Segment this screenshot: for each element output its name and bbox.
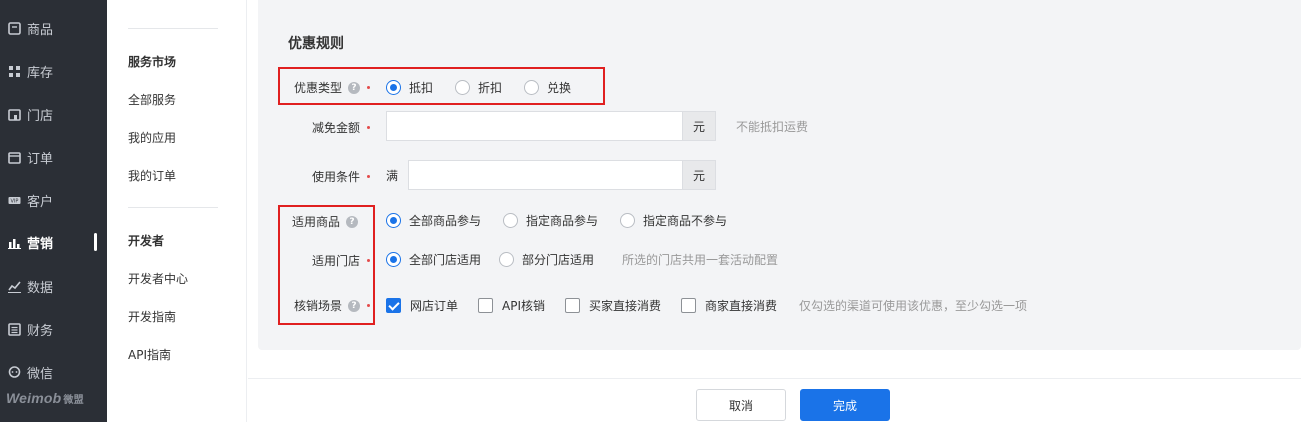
- checkbox-online-order[interactable]: 网店订单: [386, 297, 458, 314]
- checkbox-icon: [565, 297, 581, 313]
- radio-specified-goods[interactable]: 指定商品参与: [503, 212, 598, 229]
- stores-hint: 所选的门店共用一套活动配置: [622, 252, 779, 267]
- highlight-box-labels: [278, 205, 375, 325]
- checkbox-icon: [681, 297, 697, 313]
- usage-condition-input[interactable]: [408, 160, 683, 190]
- nav-active-indicator: [94, 233, 97, 251]
- nav-item-order[interactable]: 订单: [8, 146, 53, 168]
- finance-icon: [8, 322, 21, 336]
- nav-item-label: 订单: [27, 151, 54, 167]
- checkbox-api-redemption[interactable]: API核销: [478, 297, 545, 314]
- customer-icon: VIP: [8, 194, 21, 207]
- nav-item-product[interactable]: 商品: [8, 17, 53, 39]
- checkbox-icon: [478, 297, 494, 313]
- radio-icon: [499, 251, 515, 267]
- sub-link-dev-guide[interactable]: 开发指南: [128, 308, 176, 325]
- checkbox-checked-icon: [386, 297, 401, 313]
- unit-addon: 元: [682, 111, 716, 141]
- nav-item-label: 数据: [27, 280, 54, 296]
- divider: [128, 28, 218, 29]
- nav-item-label: 微信: [27, 366, 54, 382]
- reduction-amount-group: 元 不能抵扣运费: [386, 111, 808, 141]
- panel-title: 优惠规则: [288, 36, 344, 52]
- order-icon: [8, 151, 21, 164]
- nav-item-marketing[interactable]: 营销: [8, 231, 53, 253]
- svg-text:VIP: VIP: [11, 198, 19, 204]
- radio-all-stores[interactable]: 全部门店适用: [386, 251, 481, 268]
- sub-link-my-orders[interactable]: 我的订单: [128, 167, 176, 184]
- radio-partial-stores[interactable]: 部分门店适用: [499, 251, 594, 268]
- radio-all-goods[interactable]: 全部商品参与: [386, 212, 481, 229]
- radio-selected-icon: [386, 251, 401, 267]
- stores-radio-group: 全部门店适用 部分门店适用 所选的门店共用一套活动配置: [386, 244, 778, 274]
- inventory-icon: [8, 65, 21, 78]
- highlight-box-discount-type: [278, 67, 605, 105]
- nav-item-inventory[interactable]: 库存: [8, 60, 53, 82]
- data-icon: [8, 280, 21, 293]
- field-label-usage-condition: 使用条件: [278, 168, 370, 185]
- main-nav: 商品 库存 门店 订单 VIP 客户 营销 数据 财务 微信 Weimob 微盟: [0, 0, 107, 422]
- scenes-hint: 仅勾选的渠道可使用该优惠，至少勾选一项: [799, 298, 1028, 313]
- secondary-nav: 服务市场 全部服务 我的应用 我的订单 开发者 开发者中心 开发指南 API指南: [107, 0, 247, 422]
- nav-item-customer[interactable]: VIP 客户: [8, 189, 53, 211]
- condition-prefix: 满: [386, 168, 399, 183]
- reduction-amount-input[interactable]: [386, 111, 682, 141]
- sub-link-developer-center[interactable]: 开发者中心: [128, 270, 188, 287]
- section-title-developer: 开发者: [128, 234, 165, 248]
- radio-icon: [503, 212, 519, 228]
- marketing-icon: [8, 236, 21, 249]
- field-label-reduction-amount: 减免金额: [278, 119, 370, 136]
- checkbox-buyer-direct[interactable]: 买家直接消费: [565, 297, 661, 314]
- cancel-button[interactable]: 取消: [696, 389, 786, 421]
- nav-item-label: 商品: [27, 22, 54, 38]
- brand-logo: Weimob 微盟: [6, 390, 84, 406]
- radio-icon: [620, 212, 636, 228]
- nav-item-label: 营销: [27, 236, 54, 252]
- nav-item-label: 门店: [27, 108, 54, 124]
- nav-item-data[interactable]: 数据: [8, 275, 53, 297]
- divider: [128, 207, 218, 208]
- footer-bar: 取消 完成: [248, 378, 1301, 422]
- sub-link-all-services[interactable]: 全部服务: [128, 91, 176, 108]
- scenes-checkbox-group: 网店订单 API核销 买家直接消费 商家直接消费 仅勾选的渠道可使用该优惠，至少…: [386, 290, 1027, 320]
- product-icon: [8, 21, 21, 35]
- checkbox-merchant-direct[interactable]: 商家直接消费: [681, 297, 777, 314]
- discount-rules-panel: 优惠规则 优惠类型 ? 抵扣 折扣 兑换 减免金额 元 不能抵扣运费 使用条件: [258, 0, 1301, 350]
- confirm-button[interactable]: 完成: [800, 389, 890, 421]
- goods-radio-group: 全部商品参与 指定商品参与 指定商品不参与: [386, 205, 749, 235]
- nav-item-label: 客户: [27, 194, 54, 210]
- radio-selected-icon: [386, 212, 401, 228]
- required-marker: [367, 175, 370, 178]
- section-title-service-market: 服务市场: [128, 55, 177, 69]
- usage-condition-group: 满 元: [386, 160, 717, 190]
- reduction-hint: 不能抵扣运费: [736, 119, 809, 134]
- sub-link-my-apps[interactable]: 我的应用: [128, 129, 176, 146]
- wechat-icon: [8, 365, 21, 379]
- nav-item-label: 财务: [27, 323, 54, 339]
- sub-link-api-guide[interactable]: API指南: [128, 346, 171, 363]
- store-icon: [8, 108, 21, 121]
- main-content: 优惠规则 优惠类型 ? 抵扣 折扣 兑换 减免金额 元 不能抵扣运费 使用条件: [248, 0, 1301, 422]
- unit-addon: 元: [682, 160, 717, 190]
- required-marker: [367, 126, 370, 129]
- radio-excluded-goods[interactable]: 指定商品不参与: [620, 212, 727, 229]
- nav-item-label: 库存: [27, 65, 54, 81]
- nav-item-finance[interactable]: 财务: [8, 318, 53, 340]
- nav-item-store[interactable]: 门店: [8, 103, 53, 125]
- nav-item-wechat[interactable]: 微信: [8, 361, 53, 383]
